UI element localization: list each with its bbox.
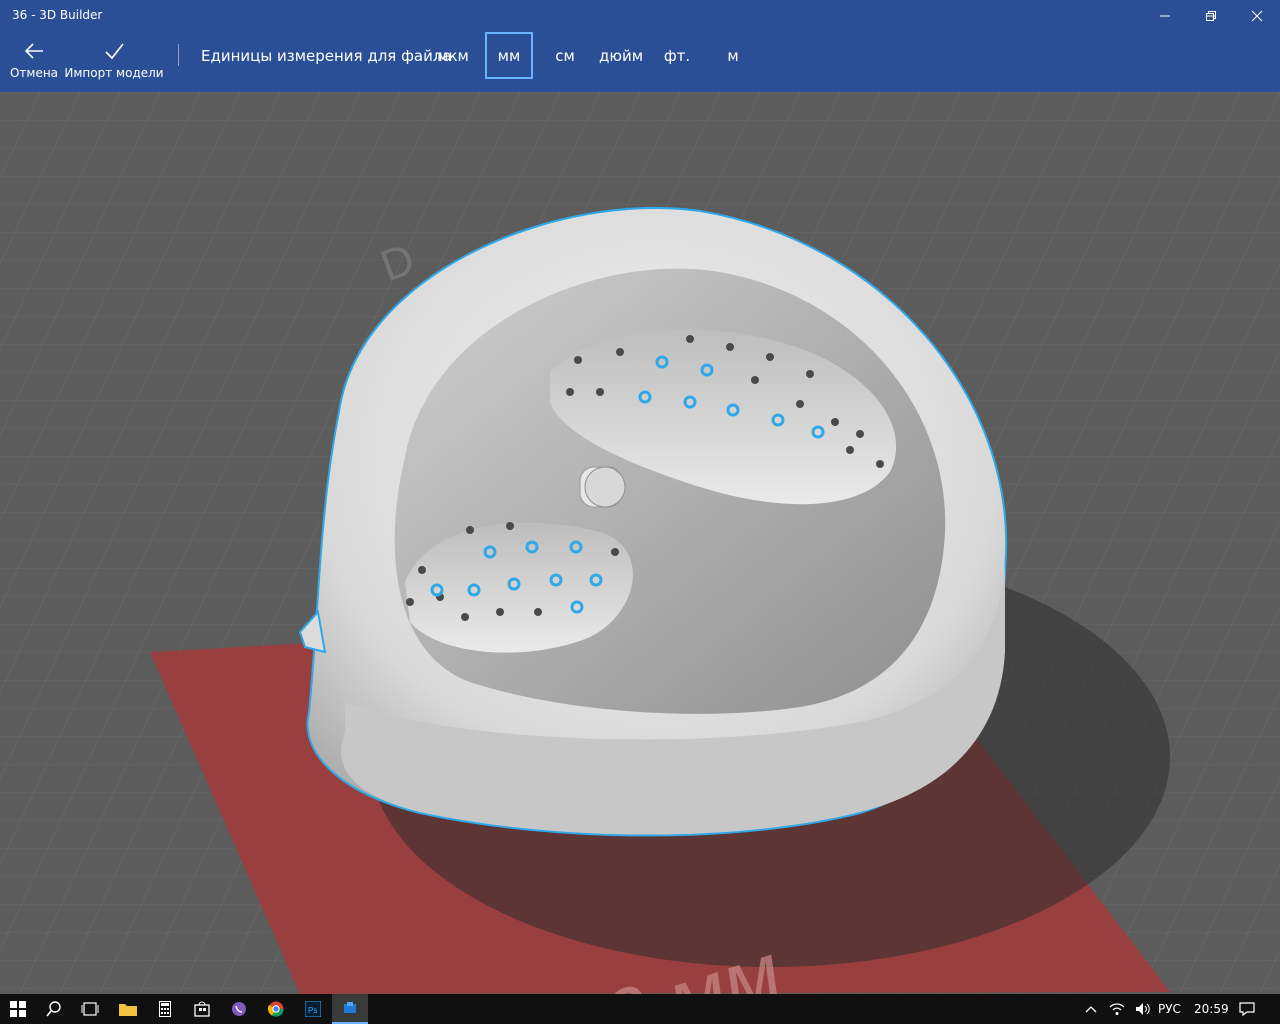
3d-viewport[interactable]: 0 мм D: [0, 92, 1280, 994]
restore-icon: [1206, 11, 1216, 21]
title-bar: 36 - 3D Builder: [0, 0, 1280, 32]
close-icon: [1251, 10, 1263, 22]
unit-option-ft[interactable]: фт.: [661, 32, 693, 79]
task-view-icon: [81, 1002, 99, 1016]
unit-option-inch[interactable]: дюйм: [597, 32, 645, 79]
cancel-button[interactable]: Отмена: [10, 40, 58, 88]
store-icon: [194, 1001, 210, 1017]
calculator-icon: [159, 1001, 171, 1017]
svg-text:Ps: Ps: [308, 1006, 317, 1015]
window-title: 36 - 3D Builder: [12, 8, 103, 22]
restore-window-button[interactable]: [1188, 0, 1234, 32]
search-icon: [46, 1001, 61, 1017]
close-window-button[interactable]: [1234, 0, 1280, 32]
taskbar-chrome[interactable]: [258, 994, 294, 1024]
app-bar: 36 - 3D Builder Отмена Импорт модели Еди…: [0, 0, 1280, 92]
unit-option-m[interactable]: м: [721, 32, 745, 79]
taskbar: Ps РУС 20:59: [0, 994, 1280, 1024]
back-arrow-icon: [24, 43, 43, 59]
tray-notifications[interactable]: [1232, 994, 1262, 1024]
hub-cap: [584, 466, 626, 508]
wifi-icon: [1109, 1003, 1125, 1015]
unit-option-mm[interactable]: мм: [485, 32, 533, 79]
tray-show-hidden[interactable]: [1078, 994, 1104, 1024]
minimize-icon: [1160, 15, 1170, 17]
start-button[interactable]: [0, 994, 36, 1024]
notification-icon: [1239, 1002, 1255, 1016]
unit-option-mkm[interactable]: мкм: [433, 32, 473, 79]
tray-network[interactable]: [1104, 994, 1130, 1024]
viber-icon: [232, 1002, 246, 1016]
toolbar-separator: [178, 44, 179, 66]
cancel-label: Отмена: [9, 66, 59, 80]
chevron-up-icon: [1085, 1006, 1097, 1013]
scene: 0 мм D: [0, 92, 1280, 994]
search-button[interactable]: [36, 994, 72, 1024]
taskbar-store[interactable]: [184, 994, 220, 1024]
unit-option-cm[interactable]: см: [549, 32, 581, 79]
photoshop-icon: Ps: [305, 1001, 321, 1017]
windows-logo-icon: [10, 1001, 26, 1017]
speaker-icon: [1136, 1003, 1150, 1015]
tray-clock[interactable]: 20:59: [1194, 1002, 1229, 1016]
units-label: Единицы измерения для файла: [201, 47, 452, 65]
import-label: Импорт модели: [64, 66, 164, 80]
taskbar-file-explorer[interactable]: [110, 994, 146, 1024]
minimize-window-button[interactable]: [1142, 0, 1188, 32]
taskbar-3d-builder[interactable]: [332, 994, 368, 1024]
tray-language[interactable]: РУС: [1158, 1002, 1181, 1016]
3d-builder-icon: [344, 1002, 356, 1013]
chrome-icon: [268, 1001, 284, 1017]
taskbar-photoshop[interactable]: Ps: [295, 994, 331, 1024]
taskbar-calculator[interactable]: [147, 994, 183, 1024]
checkmark-icon: [105, 43, 124, 60]
tray-volume[interactable]: [1130, 994, 1156, 1024]
taskbar-viber[interactable]: [221, 994, 257, 1024]
task-view-button[interactable]: [72, 994, 108, 1024]
folder-icon: [119, 1004, 137, 1016]
import-model-button[interactable]: Импорт модели: [64, 40, 164, 88]
